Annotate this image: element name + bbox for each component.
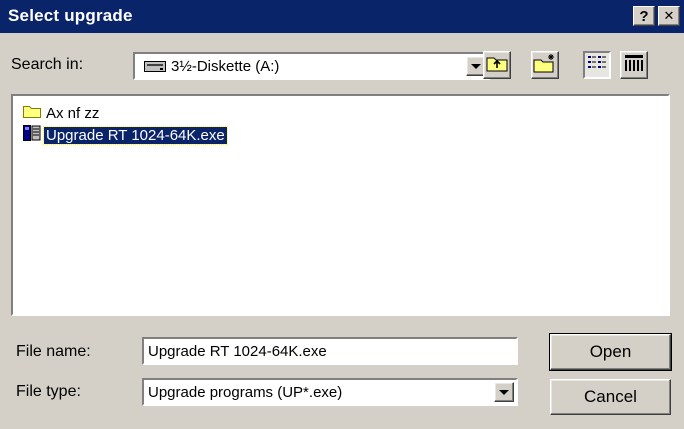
help-icon: ? bbox=[639, 7, 649, 25]
list-item[interactable]: Upgrade RT 1024-64K.exe bbox=[23, 124, 228, 146]
close-icon: ✕ bbox=[663, 8, 675, 23]
search-in-combo[interactable]: 3½-Diskette (A:) bbox=[133, 52, 490, 80]
help-button[interactable]: ? bbox=[633, 6, 655, 26]
details-view-icon bbox=[624, 54, 644, 77]
file-name-label: File name: bbox=[16, 343, 91, 360]
list-view-icon bbox=[587, 54, 607, 77]
file-name-input[interactable]: Upgrade RT 1024-64K.exe bbox=[142, 337, 518, 365]
floppy-drive-icon bbox=[144, 60, 166, 78]
list-item[interactable]: Ax nf zz bbox=[23, 104, 101, 122]
cancel-button[interactable]: Cancel bbox=[550, 379, 671, 415]
chevron-down-icon bbox=[471, 63, 481, 69]
open-button[interactable]: Open bbox=[549, 333, 672, 371]
search-in-label: Search in: bbox=[11, 56, 84, 73]
up-one-level-button[interactable] bbox=[483, 51, 511, 79]
chevron-down-icon bbox=[499, 389, 509, 395]
file-name-text: Ax nf zz bbox=[46, 104, 100, 122]
file-name-text: Upgrade RT 1024-64K.exe bbox=[43, 125, 228, 145]
close-button[interactable]: ✕ bbox=[658, 6, 680, 26]
title-bar[interactable]: Select upgrade ? ✕ bbox=[0, 0, 684, 33]
search-in-value: 3½-Diskette (A:) bbox=[171, 58, 280, 75]
details-view-button[interactable] bbox=[620, 51, 648, 79]
executable-icon bbox=[23, 124, 41, 146]
list-view-button[interactable] bbox=[583, 51, 611, 79]
file-name-value: Upgrade RT 1024-64K.exe bbox=[148, 343, 327, 360]
file-list[interactable]: Ax nf zz Upgrade RT 1024-64K.exe bbox=[11, 94, 670, 316]
folder-icon bbox=[23, 104, 41, 122]
file-type-label: File type: bbox=[16, 383, 81, 400]
window-title: Select upgrade bbox=[8, 6, 133, 25]
file-type-dropdown-button[interactable] bbox=[494, 382, 514, 402]
up-folder-icon bbox=[486, 54, 508, 77]
new-folder-button[interactable] bbox=[531, 51, 559, 79]
select-upgrade-dialog: Select upgrade ? ✕ Search in: 3½-Diskett… bbox=[0, 0, 684, 429]
file-type-select[interactable]: Upgrade programs (UP*.exe) bbox=[142, 378, 518, 406]
new-folder-icon bbox=[533, 53, 557, 78]
file-type-value: Upgrade programs (UP*.exe) bbox=[148, 384, 343, 401]
